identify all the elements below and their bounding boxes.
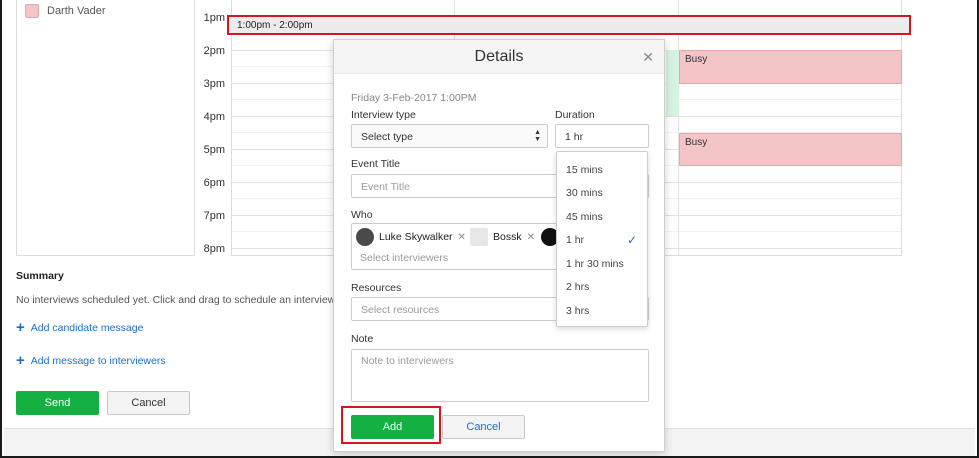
busy-label: Busy (685, 137, 708, 148)
interview-type-label: Interview type (351, 109, 416, 121)
modal-header: Details ✕ (334, 40, 664, 74)
summary-text: No interviews scheduled yet. Click and d… (16, 294, 336, 306)
duration-option-label: 1 hr (566, 234, 585, 246)
select-arrows-icon: ▲ ▼ (534, 129, 541, 143)
modal-cancel-button[interactable]: Cancel (442, 415, 525, 439)
interviewers-field[interactable]: Luke Skywalker ✕ Bossk ✕ Select intervie… (351, 223, 559, 270)
interviewers-placeholder: Select interviewers (360, 252, 449, 264)
plus-icon: + (16, 319, 25, 336)
time-label: 7pm (203, 210, 225, 222)
duration-option-label: 1 hr 30 mins (566, 258, 624, 270)
modal-title: Details (474, 48, 524, 65)
attendee-color-swatch (25, 4, 39, 18)
attendee-name: Darth Vader (47, 5, 106, 17)
avatar (470, 228, 488, 246)
duration-option[interactable]: 45 mins (557, 207, 647, 229)
time-label: 1pm (203, 12, 225, 24)
interviewer-chip[interactable]: Bossk ✕ (470, 227, 535, 247)
add-button-highlight (341, 406, 441, 444)
who-label: Who (351, 209, 373, 221)
time-label: 8pm (203, 243, 225, 255)
busy-block: Busy (679, 50, 902, 84)
duration-option-label: 3 hrs (566, 305, 590, 317)
time-axis: 1pm 2pm 3pm 4pm 5pm 6pm 7pm 8pm (194, 0, 232, 256)
summary-section: Summary No interviews scheduled yet. Cli… (16, 270, 335, 306)
selected-timeslot[interactable]: 1:00pm - 2:00pm (227, 15, 911, 35)
interviewer-name: Bossk (493, 231, 522, 243)
duration-option[interactable]: 2 hrs (557, 277, 647, 299)
time-label: 6pm (203, 177, 225, 189)
send-button[interactable]: Send (16, 391, 99, 415)
time-label: 4pm (203, 111, 225, 123)
time-label: 2pm (203, 45, 225, 57)
plus-icon: + (16, 352, 25, 369)
duration-dropdown: 15 mins 30 mins 45 mins 1 hr ✓ 1 hr 30 m… (556, 151, 648, 327)
cancel-button[interactable]: Cancel (107, 391, 190, 415)
add-interviewer-message-label: Add message to interviewers (30, 355, 166, 367)
interviewer-name: Luke Skywalker (379, 231, 453, 243)
resources-label: Resources (351, 282, 402, 294)
duration-select[interactable]: 1 hr (555, 124, 649, 148)
busy-block: Busy (679, 133, 902, 166)
duration-value: 1 hr (565, 131, 584, 143)
duration-option-label: 2 hrs (566, 281, 590, 293)
interviewer-chip[interactable]: Luke Skywalker ✕ (356, 227, 466, 247)
available-slot (666, 50, 679, 116)
busy-label: Busy (685, 54, 708, 65)
interview-type-select[interactable]: Select type ▲ ▼ (351, 124, 548, 148)
duration-option-label: 15 mins (566, 164, 603, 176)
add-candidate-message-link[interactable]: + Add candidate message (16, 319, 144, 336)
remove-icon[interactable]: ✕ (458, 232, 466, 243)
duration-option-label: 30 mins (566, 187, 603, 199)
note-textarea[interactable]: Note to interviewers (351, 349, 649, 402)
duration-option-selected[interactable]: 1 hr ✓ (557, 230, 647, 252)
event-title-label: Event Title (351, 158, 401, 170)
close-icon[interactable]: ✕ (642, 49, 654, 66)
selected-timeslot-label: 1:00pm - 2:00pm (237, 20, 313, 31)
event-date: Friday 3-Feb-2017 1:00PM (351, 92, 477, 104)
duration-option[interactable]: 1 hr 30 mins (557, 254, 647, 276)
attendee-column: Darth Vader (16, 0, 194, 256)
duration-option[interactable]: 15 mins (557, 160, 647, 182)
note-label: Note (351, 333, 374, 345)
attendee-row[interactable]: Darth Vader (25, 4, 106, 18)
time-label: 3pm (203, 78, 225, 90)
interview-type-value: Select type (361, 131, 413, 143)
duration-label: Duration (555, 109, 595, 121)
add-interviewer-message-link[interactable]: + Add message to interviewers (16, 352, 166, 369)
checkmark-icon: ✓ (626, 233, 637, 247)
summary-title: Summary (16, 270, 64, 282)
avatar (356, 228, 374, 246)
grid-column-divider (678, 0, 679, 255)
add-candidate-message-label: Add candidate message (30, 322, 144, 334)
duration-option[interactable]: 30 mins (557, 183, 647, 205)
time-label: 5pm (203, 144, 225, 156)
remove-icon[interactable]: ✕ (527, 232, 535, 243)
duration-option-label: 45 mins (566, 211, 603, 223)
duration-option[interactable]: 3 hrs (557, 301, 647, 323)
